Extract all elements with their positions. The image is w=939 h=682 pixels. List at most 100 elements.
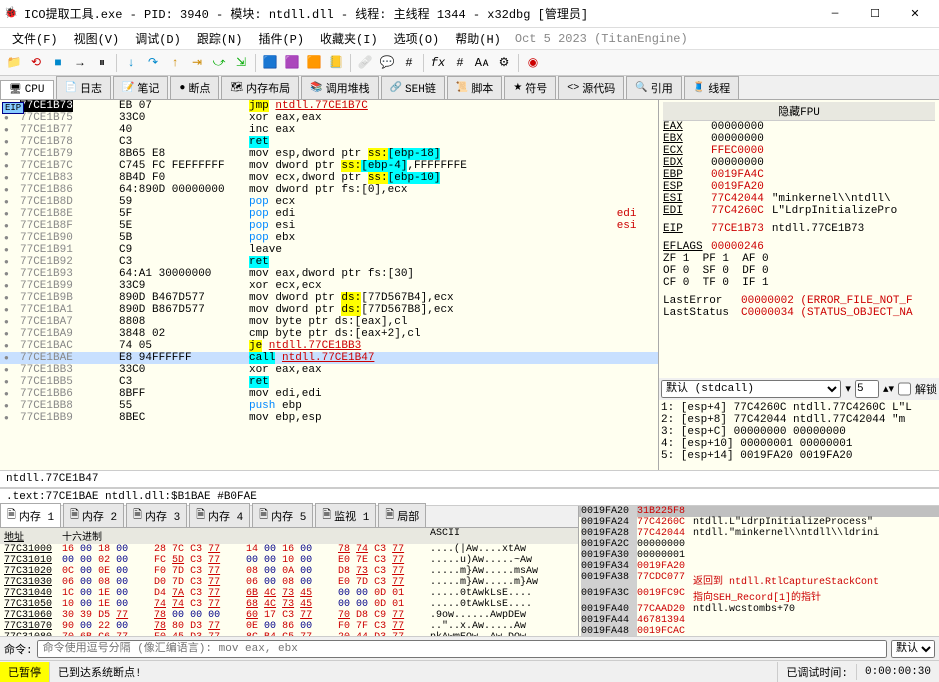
- step-over-icon[interactable]: ↷: [143, 53, 163, 73]
- breakpoint-dot[interactable]: ●: [4, 150, 9, 159]
- breakpoint-dot[interactable]: ●: [4, 234, 9, 243]
- stack-row[interactable]: 0019FA3000000001: [579, 550, 939, 561]
- disasm-row[interactable]: ●77CE1B8664:890D 00000000mov dword ptr f…: [0, 184, 658, 196]
- reg-eax[interactable]: EAX00000000: [663, 121, 935, 133]
- tab-cpu[interactable]: 🖥CPU: [0, 80, 54, 99]
- registers-view[interactable]: 隐藏FPU EAX00000000EBX00000000ECXFFEC0000E…: [659, 100, 939, 378]
- disasm-row[interactable]: ●77CE1BAC74 05je ntdll.77CE1BB3: [0, 340, 658, 352]
- menu-file[interactable]: 文件(F): [4, 28, 66, 49]
- menu-view[interactable]: 视图(V): [66, 28, 128, 49]
- disasm-row[interactable]: ●77CE1B7CC745 FC FEFFFFFFmov dword ptr s…: [0, 160, 658, 172]
- dump-row[interactable]: 77C3101000 00 02 00FC 5D C3 7700 00 10 0…: [0, 555, 578, 566]
- fpu-toggle[interactable]: 隐藏FPU: [663, 102, 935, 121]
- menu-trace[interactable]: 跟踪(N): [189, 28, 251, 49]
- disasm-row[interactable]: ●77CE1B7533C0xor eax,eax: [0, 112, 658, 124]
- arg-stepper[interactable]: ▴▾: [883, 382, 894, 396]
- disasm-row[interactable]: ●77CE1BB98BECmov ebp,esp: [0, 412, 658, 424]
- unlock-checkbox[interactable]: [898, 380, 911, 398]
- pause-icon[interactable]: ⏸: [92, 53, 112, 73]
- disasm-row[interactable]: ●77CE1B9933C9xor ecx,ecx: [0, 280, 658, 292]
- tab-thread[interactable]: 🧵线程: [684, 76, 739, 99]
- stack-row[interactable]: 0019FA2477C4260Cntdll.L"LdrpInitializePr…: [579, 517, 939, 528]
- tab-script[interactable]: 📜脚本: [447, 76, 502, 99]
- disasm-row[interactable]: ●77CE1B798B65 E8mov esp,dword ptr ss:[eb…: [0, 148, 658, 160]
- stack-arg[interactable]: 1: [esp+4] 77C4260C ntdll.77C4260C L"L: [661, 402, 937, 414]
- stack-row[interactable]: 0019FA4446781394: [579, 615, 939, 626]
- disasm-row[interactable]: ●77CE1B8E5Fpop ediedi: [0, 208, 658, 220]
- reg-ecx[interactable]: ECXFFEC0000: [663, 145, 935, 157]
- minimize-button[interactable]: —: [815, 1, 855, 27]
- tab-notes[interactable]: 📝笔记: [113, 76, 168, 99]
- stack-row[interactable]: 0019FA480019FCAC: [579, 626, 939, 636]
- stack-arg[interactable]: 5: [esp+14] 0019FA20 0019FA20: [661, 450, 937, 462]
- breakpoint-dot[interactable]: ●: [4, 210, 9, 219]
- menu-plugin[interactable]: 插件(P): [250, 28, 312, 49]
- breakpoint-dot[interactable]: ●: [4, 390, 9, 399]
- breakpoint-dot[interactable]: ●: [4, 282, 9, 291]
- tool-4-icon[interactable]: 📒: [326, 53, 346, 73]
- run-icon[interactable]: →: [70, 53, 90, 73]
- dump-row[interactable]: 77C310401C 00 1E 00D4 7A C3 776B 4C 73 4…: [0, 588, 578, 599]
- arg-count-spinner[interactable]: ▾: [845, 382, 851, 396]
- tab-log[interactable]: 📄日志: [56, 76, 111, 99]
- breakpoint-dot[interactable]: ●: [4, 378, 9, 387]
- run-to-icon[interactable]: ⇲: [231, 53, 251, 73]
- command-input[interactable]: [37, 640, 887, 658]
- stack-row[interactable]: 0019FA340019FA20: [579, 561, 939, 572]
- breakpoint-dot[interactable]: ●: [4, 246, 9, 255]
- reg-esi[interactable]: ESI77C42044"minkernel\\ntdll\: [663, 193, 935, 205]
- stack-args-view[interactable]: 1: [esp+4] 77C4260C ntdll.77C4260C L"L2:…: [659, 400, 939, 470]
- dump-row[interactable]: 77C310200C 00 0E 00F0 7D C3 7708 00 0A 0…: [0, 566, 578, 577]
- reg-esp[interactable]: ESP0019FA20: [663, 181, 935, 193]
- calc-icon[interactable]: #: [399, 53, 419, 73]
- dump-tab-1[interactable]: 🗎内存 2: [63, 503, 124, 527]
- reg-ebp[interactable]: EBP0019FA4C: [663, 169, 935, 181]
- hash-icon[interactable]: #: [450, 53, 470, 73]
- disasm-row[interactable]: ●77CE1BB5C3ret: [0, 376, 658, 388]
- tool-3-icon[interactable]: 🟧: [304, 53, 324, 73]
- stack-row[interactable]: 0019FA2031B225F8: [579, 506, 939, 517]
- breakpoint-dot[interactable]: ●: [4, 174, 9, 183]
- tab-symbol[interactable]: ★符号: [504, 76, 556, 99]
- dump-row[interactable]: 77C3108070 6B C6 77F0 45 D3 778C B4 C5 7…: [0, 632, 578, 636]
- breakpoint-dot[interactable]: ●: [4, 402, 9, 411]
- patch-icon[interactable]: 🩹: [355, 53, 375, 73]
- tab-callstack[interactable]: 📚调用堆栈: [301, 76, 378, 99]
- step-out-icon[interactable]: ↑: [165, 53, 185, 73]
- settings-icon[interactable]: ⚙: [494, 53, 514, 73]
- reg-edi[interactable]: EDI77C4260CL"LdrpInitializePro: [663, 205, 935, 217]
- search-icon[interactable]: ◉: [523, 53, 543, 73]
- disasm-row[interactable]: ●77CE1BB855push ebp: [0, 400, 658, 412]
- dump-tab-2[interactable]: 🗎内存 3: [126, 503, 187, 527]
- disasm-row[interactable]: ●77CE1BA93848 02cmp byte ptr ds:[eax+2],…: [0, 328, 658, 340]
- tab-ref[interactable]: 🔍引用: [626, 76, 681, 99]
- disasm-row[interactable]: ●77CE1BA1890D B867D577mov dword ptr ds:[…: [0, 304, 658, 316]
- dump-row[interactable]: 77C3103006 00 08 00D0 7D C3 7706 00 08 0…: [0, 577, 578, 588]
- disasm-row[interactable]: ●77CE1B7740inc eax: [0, 124, 658, 136]
- breakpoint-dot[interactable]: ●: [4, 114, 9, 123]
- arg-count-input[interactable]: [855, 380, 879, 398]
- restart-icon[interactable]: ⟲: [26, 53, 46, 73]
- disasm-row[interactable]: ●77CE1B9364:A1 30000000mov eax,dword ptr…: [0, 268, 658, 280]
- stop-icon[interactable]: ■: [48, 53, 68, 73]
- breakpoint-dot[interactable]: ●: [4, 270, 9, 279]
- breakpoint-dot[interactable]: ●: [4, 258, 9, 267]
- fx-icon[interactable]: fx: [428, 53, 448, 73]
- tab-seh[interactable]: 🔗SEH链: [381, 76, 445, 99]
- breakpoint-dot[interactable]: ●: [4, 330, 9, 339]
- close-button[interactable]: ✕: [895, 1, 935, 27]
- dump-tab-3[interactable]: 🗎内存 4: [189, 503, 250, 527]
- reg-eip[interactable]: EIP: [663, 223, 703, 235]
- breakpoint-dot[interactable]: ●: [4, 342, 9, 351]
- breakpoint-dot[interactable]: ●: [4, 318, 9, 327]
- menu-option[interactable]: 选项(O): [386, 28, 448, 49]
- stack-arg[interactable]: 3: [esp+C] 00000000 00000000: [661, 426, 937, 438]
- stack-arg[interactable]: 2: [esp+8] 77C42044 ntdll.77C42044 "m: [661, 414, 937, 426]
- command-mode-select[interactable]: 默认: [891, 640, 935, 658]
- menu-help[interactable]: 帮助(H): [447, 28, 509, 49]
- disasm-row[interactable]: ●77CE1BB333C0xor eax,eax: [0, 364, 658, 376]
- stack-row[interactable]: 0019FA2C00000000: [579, 539, 939, 550]
- memory-dump-view[interactable]: 地址 十六进制 ASCII 77C3100016 00 18 0028 7C C…: [0, 528, 578, 636]
- dump-row[interactable]: 77C3106030 39 D5 7778 00 00 0060 17 C3 7…: [0, 610, 578, 621]
- tab-bp[interactable]: ●断点: [170, 76, 219, 99]
